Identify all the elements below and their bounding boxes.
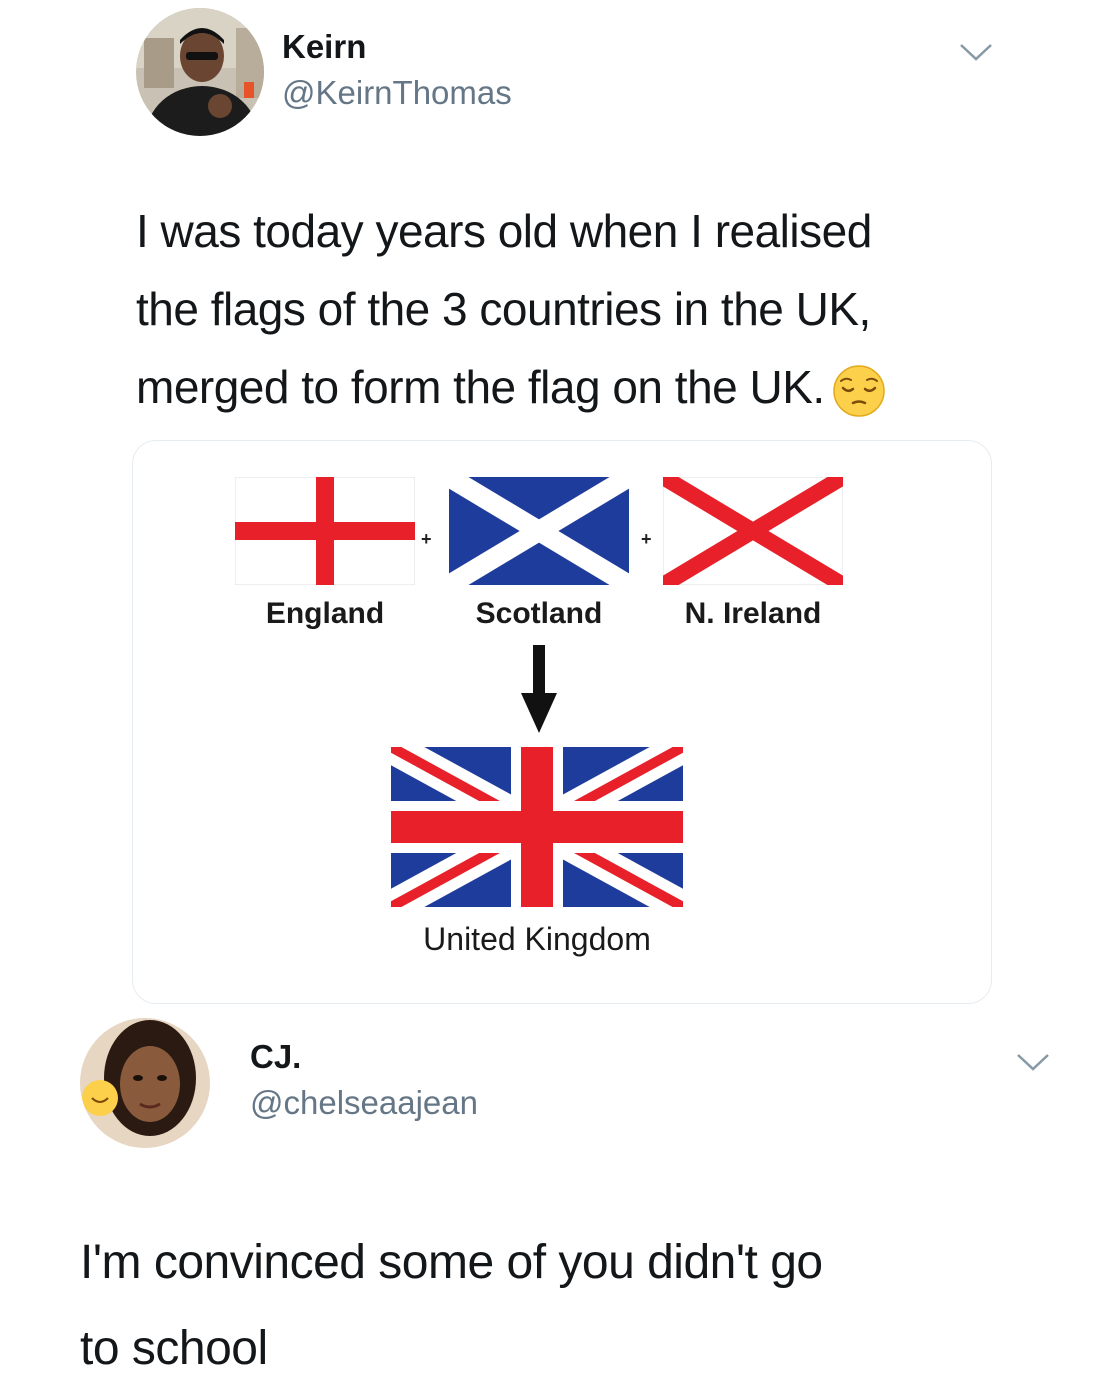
tweet-text: I was today years old when I realised th… [136, 192, 1036, 426]
tweet-text-line: the flags of the 3 countries in the UK, [136, 283, 871, 335]
display-name[interactable]: Keirn [282, 28, 366, 66]
tweet-keirn: Keirn @KeirnThomas I was today years old… [0, 0, 1119, 1010]
northern-ireland-flag-icon [663, 477, 843, 585]
tweet-text-line: I was today years old when I realised [136, 205, 872, 257]
united-kingdom-flag-icon [391, 747, 683, 907]
chevron-down-icon[interactable] [957, 40, 995, 64]
chevron-down-icon[interactable] [1014, 1050, 1052, 1074]
plus-sign: + [641, 529, 652, 549]
avatar-cj[interactable] [80, 1018, 210, 1148]
handle[interactable]: @chelseaajean [250, 1084, 478, 1122]
flag-label-northern-ireland: N. Ireland [684, 597, 822, 630]
display-name[interactable]: CJ. [250, 1038, 301, 1076]
tweet-cj: CJ. @chelseaajean I'm convinced some of … [0, 1010, 1119, 1397]
flag-label-england: England [265, 597, 385, 630]
handle[interactable]: @KeirnThomas [282, 74, 512, 112]
tweet-text-line-content: merged to form the flag on the UK. [136, 361, 825, 413]
arrow-down-icon [521, 645, 557, 733]
tweet-text: I'm convinced some of you didn't go to s… [80, 1220, 1080, 1392]
avatar-keirn[interactable] [136, 8, 264, 136]
media-card[interactable]: + + England Scotland N. Ireland United K… [132, 440, 992, 1004]
tweet-text-line: merged to form the flag on the UK. [136, 348, 1036, 426]
england-flag-icon [235, 477, 415, 585]
pensive-face-icon [832, 365, 885, 417]
flag-label-scotland: Scotland [475, 597, 603, 630]
tweet-text-line: I'm convinced some of you didn't go [80, 1236, 823, 1289]
flag-label-united-kingdom: United Kingdom [423, 921, 651, 957]
plus-sign: + [421, 529, 432, 549]
tweet-text-line: to school [80, 1322, 268, 1375]
scotland-flag-icon [449, 477, 629, 585]
